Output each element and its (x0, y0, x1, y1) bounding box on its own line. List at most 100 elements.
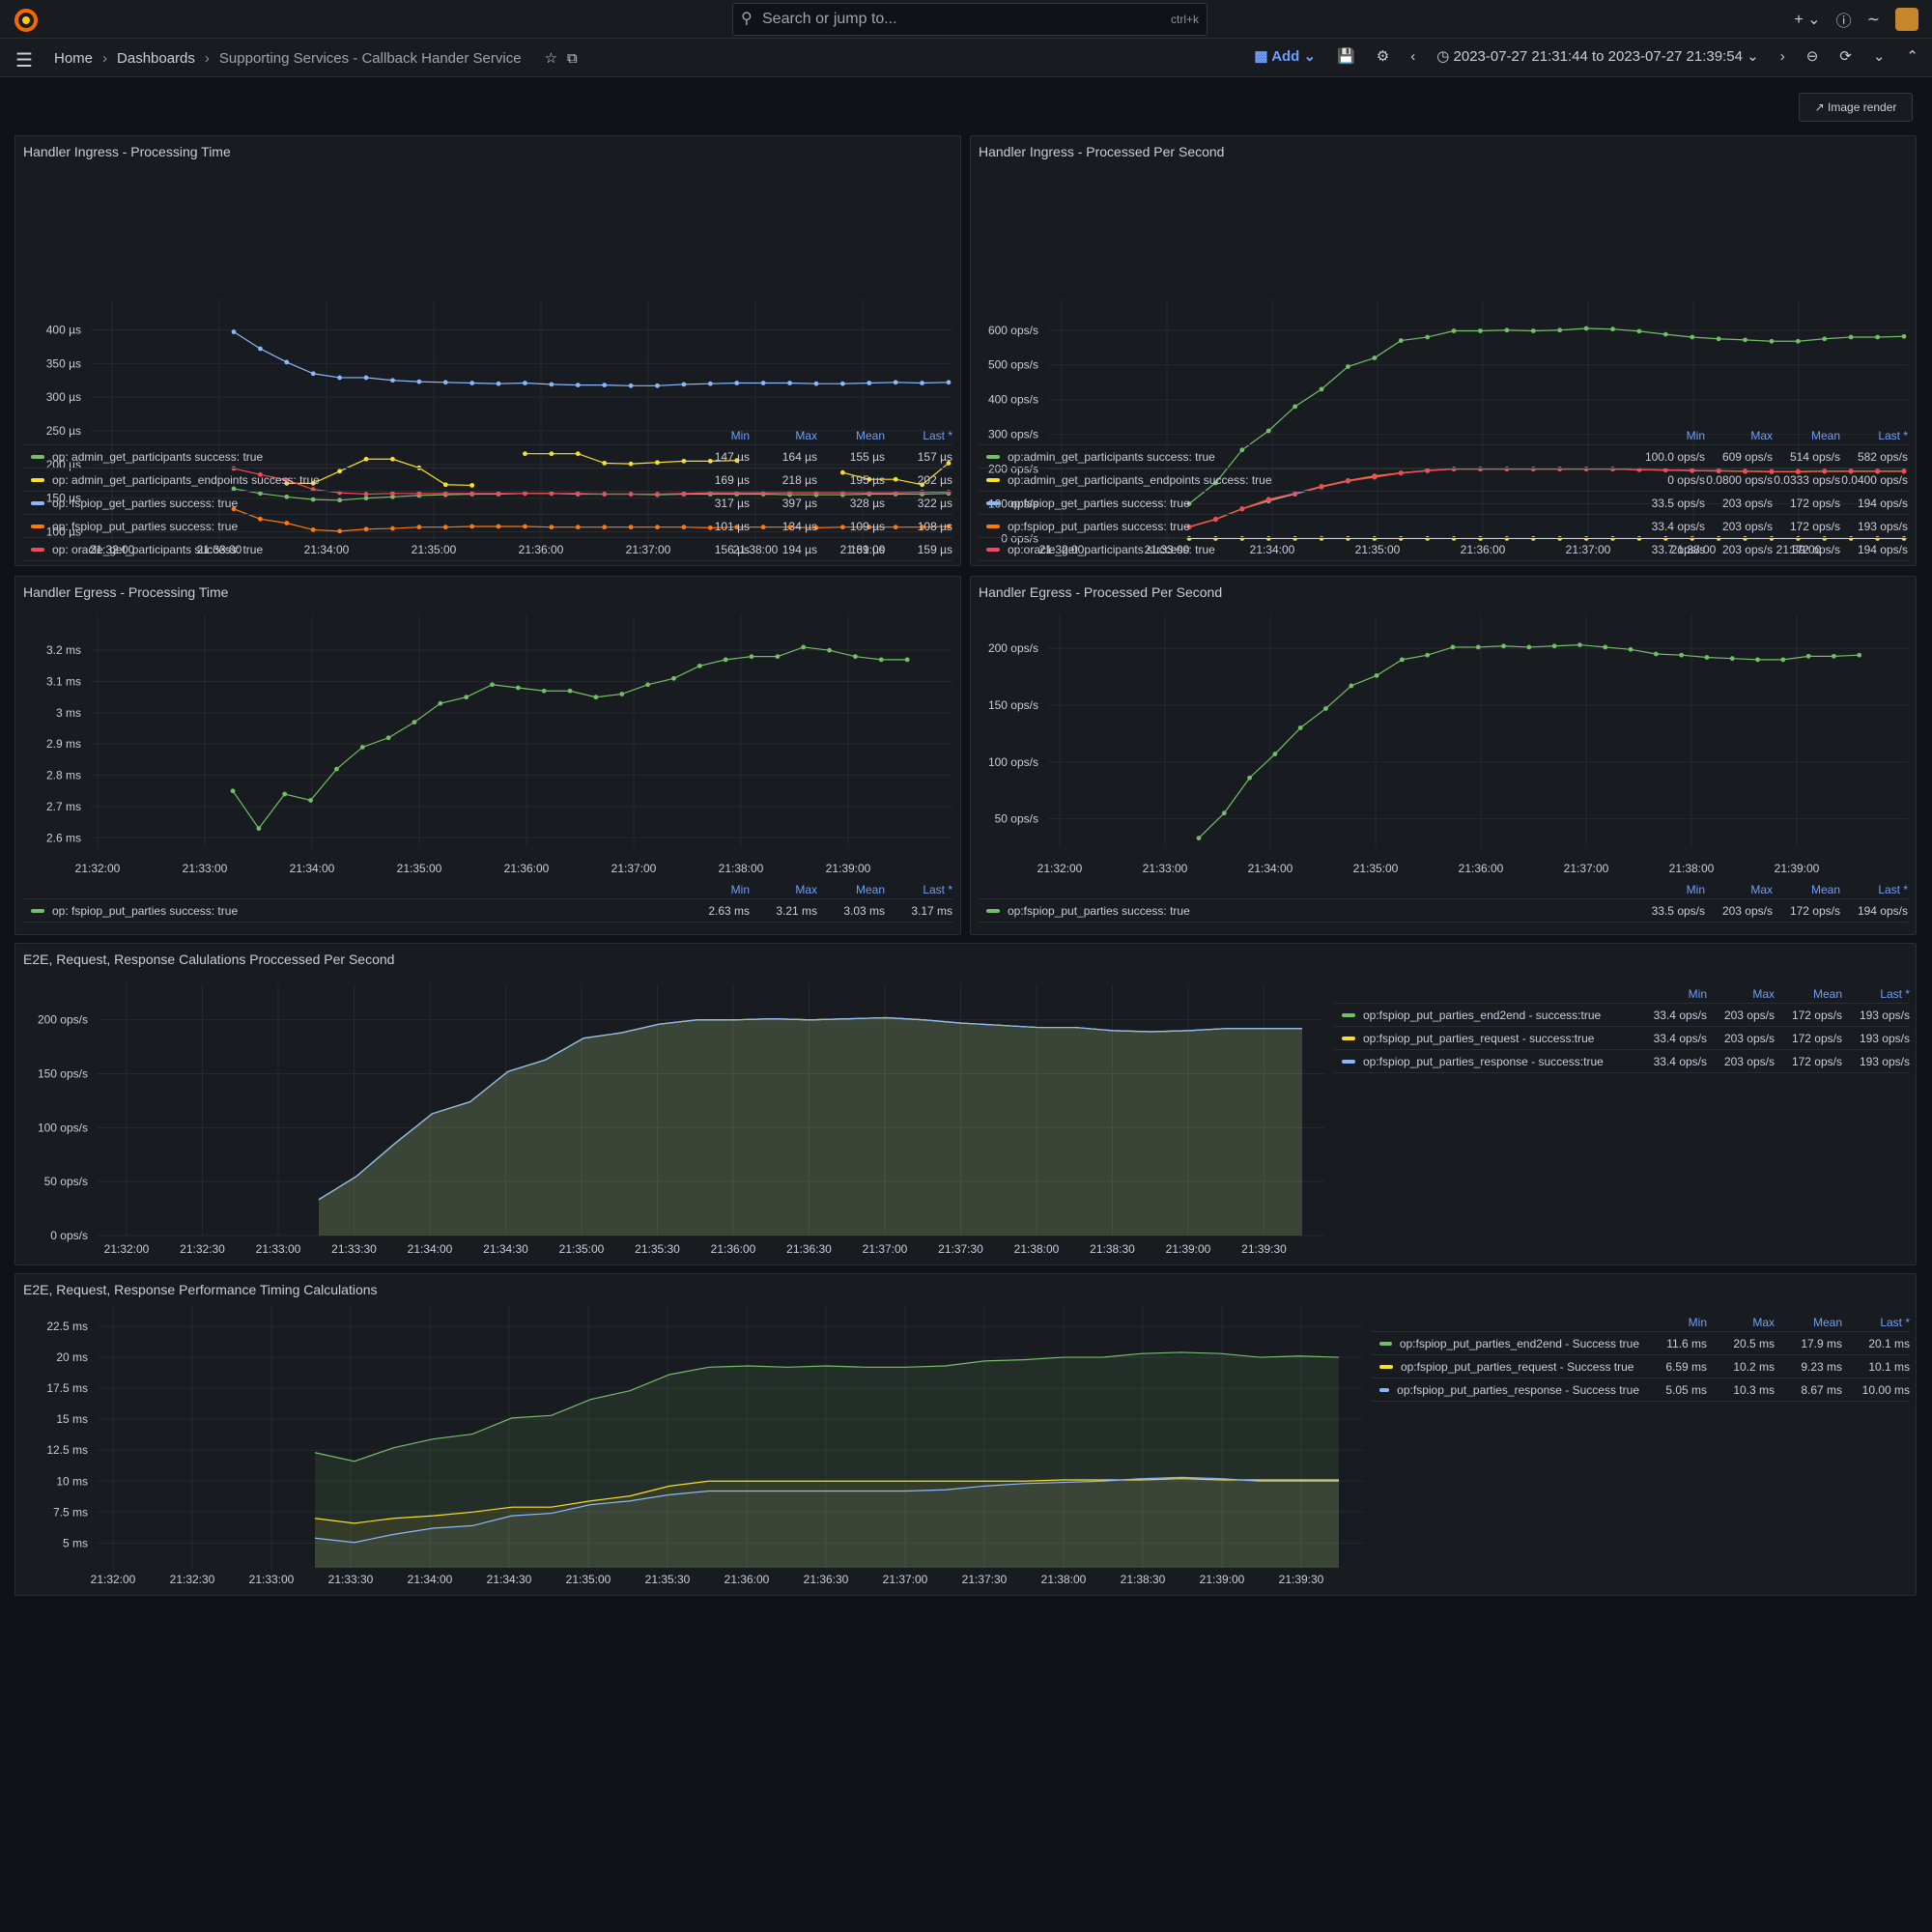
legend-row[interactable]: op:fspiop_get_parties success: true 33.5 … (979, 492, 1908, 515)
legend-row[interactable]: op: admin_get_participants_endpoints suc… (23, 469, 952, 492)
settings-icon[interactable]: ⚙ (1377, 47, 1389, 65)
legend-row[interactable]: op: fspiop_get_parties success: true 317 … (23, 492, 952, 515)
help-icon[interactable]: ⓘ (1836, 8, 1852, 31)
legend-header-cell[interactable]: Last * (885, 880, 952, 898)
y-tick-label: 500 ops/s (988, 358, 1038, 372)
avatar[interactable] (1895, 8, 1918, 31)
legend-series-name[interactable]: op:fspiop_get_parties success: true (979, 492, 1637, 515)
grafana-logo-icon[interactable] (14, 8, 39, 33)
x-tick-label: 21:36:00 (504, 862, 550, 875)
legend-row[interactable]: op:admin_get_participants_endpoints succ… (979, 469, 1908, 492)
legend-series-name[interactable]: op:admin_get_participants_endpoints succ… (979, 469, 1637, 492)
legend-row[interactable]: op:fspiop_put_parties_end2end - Success … (1372, 1332, 1910, 1355)
data-point (1425, 334, 1431, 340)
panel-e2e-performance-timing: E2E, Request, Response Performance Timin… (14, 1273, 1917, 1596)
legend-header-cell[interactable]: Last * (1840, 880, 1908, 898)
legend-header-cell[interactable]: Min (682, 880, 750, 898)
x-tick-label: 21:32:00 (1037, 862, 1083, 875)
legend-row[interactable]: op:fspiop_put_parties success: true 33.4 … (979, 515, 1908, 538)
save-icon[interactable]: 💾 (1337, 47, 1355, 65)
legend-header-cell[interactable]: Max (750, 426, 817, 444)
legend-series-name[interactable]: op:fspiop_put_parties_end2end - Success … (1372, 1332, 1639, 1355)
legend-header-cell[interactable]: Max (1705, 426, 1773, 444)
refresh-icon[interactable]: ⟳ (1839, 47, 1852, 65)
legend-row[interactable]: op: fspiop_put_parties success: true 101 … (23, 515, 952, 538)
legend-row[interactable]: op:fspiop_put_parties_request - Success … (1372, 1355, 1910, 1378)
legend-value: 101 µs (714, 519, 750, 533)
legend-header-cell[interactable]: Min (1639, 1313, 1707, 1331)
legend-header-cell[interactable]: Mean (817, 426, 885, 444)
legend-header-cell[interactable]: Min (1637, 426, 1705, 444)
legend-header-cell[interactable]: Min (1639, 984, 1707, 1003)
legend-header-cell[interactable]: Max (750, 880, 817, 898)
search-input[interactable]: ⚲ Search or jump to... ctrl+k (732, 3, 1208, 36)
data-point (1530, 328, 1536, 333)
legend-header-cell[interactable]: Last * (1840, 426, 1908, 444)
legend-row[interactable]: op:fspiop_put_parties success: true 33.5 … (979, 899, 1908, 923)
data-point (310, 371, 316, 377)
star-icon[interactable]: ☆ (545, 49, 557, 67)
data-point (1743, 337, 1747, 343)
zoom-out-icon[interactable]: ⊖ (1806, 47, 1819, 65)
time-back-icon[interactable]: ‹ (1410, 48, 1415, 65)
legend-series-name[interactable]: op:fspiop_put_parties_response - success… (1334, 1050, 1639, 1073)
data-point (523, 381, 527, 385)
legend-header-cell[interactable]: Mean (1775, 984, 1842, 1003)
add-button[interactable]: ▩ Add ⌄ (1254, 47, 1316, 65)
legend-series-name[interactable]: op:fspiop_put_parties_request - success:… (1334, 1027, 1639, 1050)
legend-series-name[interactable]: op:fspiop_put_parties success: true (979, 899, 1637, 923)
legend-series-name[interactable]: op: oracle_get_participants success: tru… (23, 538, 682, 561)
legend-row[interactable]: op:admin_get_participants success: true 1… (979, 445, 1908, 469)
legend-series-name[interactable]: op: fspiop_put_parties success: true (23, 515, 682, 538)
legend-value: 322 µs (917, 496, 952, 510)
data-point (1319, 386, 1324, 392)
legend-header-cell[interactable]: Last * (1842, 1313, 1910, 1331)
legend-series-name[interactable]: op: admin_get_participants_endpoints suc… (23, 469, 682, 492)
time-range-picker[interactable]: ◷ 2023-07-27 21:31:44 to 2023-07-27 21:3… (1436, 47, 1758, 65)
legend-header-cell[interactable]: Max (1707, 984, 1775, 1003)
legend-header-cell[interactable]: Max (1705, 880, 1773, 898)
legend-row[interactable]: op: admin_get_participants success: true… (23, 445, 952, 469)
data-point (1478, 328, 1483, 333)
legend-row[interactable]: op:fspiop_put_parties_response - success… (1334, 1050, 1910, 1073)
legend-header-cell[interactable]: Mean (1773, 880, 1840, 898)
legend-header-cell[interactable]: Mean (1773, 426, 1840, 444)
legend-row[interactable]: op:fspiop_put_parties_request - success:… (1334, 1027, 1910, 1050)
breadcrumb-home[interactable]: Home (54, 50, 93, 67)
legend-series-name[interactable]: op: admin_get_participants success: true (23, 445, 682, 469)
news-feed-icon[interactable]: ∼ (1867, 10, 1880, 29)
legend-value: 202 µs (917, 472, 952, 487)
legend-header-cell[interactable]: Last * (1842, 984, 1910, 1003)
legend-header-cell[interactable]: Last * (885, 426, 952, 444)
legend-row[interactable]: op: fspiop_put_parties success: true 2.63… (23, 899, 952, 923)
data-point (1425, 652, 1431, 658)
refresh-interval-chevron-icon[interactable]: ⌄ (1873, 47, 1886, 65)
legend-header-cell[interactable]: Mean (817, 880, 885, 898)
legend-series-name[interactable]: op:fspiop_put_parties success: true (979, 515, 1637, 538)
legend-header-cell[interactable]: Min (1637, 880, 1705, 898)
time-forward-icon[interactable]: › (1780, 48, 1785, 65)
legend-row[interactable]: op:fspiop_put_parties_response - Success… (1372, 1378, 1910, 1402)
legend-series-name[interactable]: op:admin_get_participants success: true (979, 445, 1637, 469)
legend-series-name[interactable]: op: fspiop_get_parties success: true (23, 492, 682, 515)
new-plus-icon[interactable]: + ⌄ (1794, 10, 1820, 29)
legend-series-name[interactable]: op: fspiop_put_parties success: true (23, 899, 682, 923)
legend-series-name[interactable]: op:fspiop_put_parties_response - Success… (1372, 1378, 1639, 1402)
legend-series-name[interactable]: op:fspiop_put_parties_request - Success … (1372, 1355, 1639, 1378)
collapse-icon[interactable]: ⌃ (1906, 47, 1918, 65)
breadcrumb-dashboards[interactable]: Dashboards (117, 50, 195, 67)
legend-header-cell[interactable]: Max (1707, 1313, 1775, 1331)
legend-header-cell[interactable]: Min (682, 426, 750, 444)
legend-series-name[interactable]: op:fspiop_put_parties_end2end - success:… (1334, 1004, 1639, 1027)
legend-row[interactable]: op: oracle_get_participants success: tru… (23, 538, 952, 561)
legend-row[interactable]: op:fspiop_put_parties_end2end - success:… (1334, 1004, 1910, 1027)
data-point (723, 657, 728, 663)
breadcrumb: Home › Dashboards › Supporting Services … (54, 49, 578, 68)
legend-header-cell[interactable]: Mean (1775, 1313, 1842, 1331)
menu-icon[interactable]: ☰ (15, 48, 33, 72)
y-tick-label: 3 ms (56, 706, 81, 720)
image-render-button[interactable]: ↗ Image render (1799, 93, 1913, 122)
legend-series-name[interactable]: op:oracle_get_participants success: true (979, 538, 1637, 561)
legend-row[interactable]: op:oracle_get_participants success: true… (979, 538, 1908, 561)
share-icon[interactable]: ⧉ (567, 50, 578, 67)
